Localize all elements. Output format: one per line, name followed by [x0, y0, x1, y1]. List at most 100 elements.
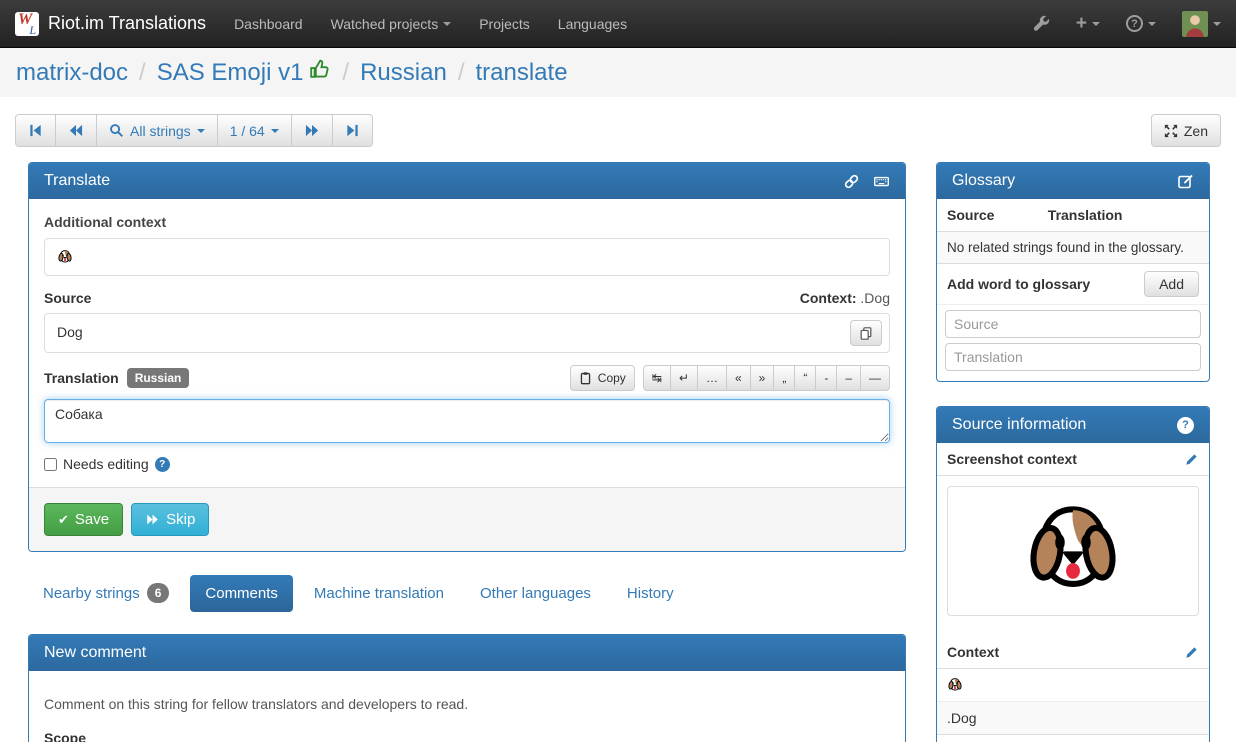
screenshot-image-box[interactable] [947, 486, 1199, 616]
nav-item-label: Languages [558, 16, 627, 32]
context-section-header: Context [937, 636, 1209, 669]
source-information-title: Source information [952, 416, 1086, 434]
breadcrumb-project[interactable]: matrix-doc [16, 59, 128, 87]
new-comment-panel: New comment Comment on this string for f… [28, 634, 906, 742]
edit-glossary-icon[interactable] [1178, 173, 1194, 189]
special-char-raquo-button[interactable]: » [750, 365, 775, 391]
special-char-endash-button[interactable]: – [836, 365, 861, 391]
breadcrumb: matrix-doc / SAS Emoji v1 / Russian / tr… [0, 48, 1236, 97]
source-information-header: Source information ? [937, 407, 1209, 443]
permalink-icon[interactable] [844, 174, 859, 189]
navbar-right: + ? [1033, 11, 1221, 37]
brand[interactable]: WL Riot.im Translations [15, 12, 206, 36]
filter-strings-button[interactable]: All strings [96, 114, 218, 147]
next-string-button[interactable] [291, 114, 333, 147]
user-menu-button[interactable] [1182, 11, 1221, 37]
special-char-tab-button[interactable]: ↹ [643, 365, 671, 391]
nav-item-watched-projects[interactable]: Watched projects [317, 0, 466, 48]
tab-nearby-strings[interactable]: Nearby strings 6 [28, 573, 184, 613]
nav-item-dashboard[interactable]: Dashboard [220, 0, 317, 48]
last-icon [345, 123, 360, 138]
needs-editing-checkbox[interactable] [44, 458, 57, 471]
translation-row: Translation Russian Copy ↹ ↵ … « » [44, 365, 890, 391]
breadcrumb-component[interactable]: SAS Emoji v1 [157, 58, 332, 87]
glossary-panel: Glossary Source Translation No related s… [936, 162, 1210, 382]
translation-textarea[interactable]: Собака [44, 399, 890, 443]
translate-panel: Translate Additional context Source Cont… [28, 162, 906, 552]
admin-tools-button[interactable] [1033, 15, 1050, 32]
breadcrumb-separator: / [139, 59, 146, 87]
glossary-source-input[interactable] [945, 310, 1201, 338]
new-comment-header: New comment [29, 635, 905, 671]
glossary-header: Glossary [937, 163, 1209, 199]
help-icon[interactable]: ? [155, 457, 170, 472]
chevron-down-icon [271, 129, 279, 133]
source-information-panel: Source information ? Screenshot context … [936, 406, 1210, 742]
source-string: Dog [57, 324, 83, 340]
tab-machine-translation[interactable]: Machine translation [299, 575, 459, 612]
nav-item-projects[interactable]: Projects [465, 0, 544, 48]
add-word-button[interactable]: Add [1144, 271, 1199, 297]
content: Translate Additional context Source Cont… [0, 162, 1236, 742]
nav-item-label: Watched projects [331, 16, 439, 32]
context-key-row: .Dog [937, 702, 1209, 735]
tab-history[interactable]: History [612, 575, 689, 612]
special-char-highquote-button[interactable]: “ [794, 365, 816, 391]
dog-emoji-icon [57, 249, 73, 265]
new-comment-title: New comment [44, 644, 146, 662]
copy-button[interactable]: Copy [570, 365, 635, 391]
add-menu-button[interactable]: + [1076, 14, 1100, 33]
new-comment-body: Comment on this string for fellow transl… [29, 671, 905, 742]
copy-source-button[interactable] [850, 320, 882, 346]
special-chars-group: ↹ ↵ … « » „ “ - – — [643, 365, 890, 391]
breadcrumb-page[interactable]: translate [475, 59, 567, 87]
glossary-empty-text: No related strings found in the glossary… [937, 232, 1209, 264]
check-icon: ✔ [58, 512, 69, 528]
brand-title: Riot.im Translations [48, 13, 206, 34]
special-char-hyphen-button[interactable]: - [815, 365, 837, 391]
edit-pencil-icon[interactable] [1185, 645, 1199, 659]
special-char-lowquote-button[interactable]: „ [773, 365, 795, 391]
thumbs-up-icon [309, 58, 331, 80]
previous-string-button[interactable] [55, 114, 97, 147]
tab-other-languages[interactable]: Other languages [465, 575, 606, 612]
screenshot-context-header: Screenshot context [937, 443, 1209, 476]
breadcrumb-language[interactable]: Russian [360, 59, 447, 87]
special-char-laquo-button[interactable]: « [726, 365, 751, 391]
skip-button[interactable]: Skip [131, 503, 209, 536]
breadcrumb-component-label: SAS Emoji v1 [157, 59, 304, 86]
last-string-button[interactable] [332, 114, 373, 147]
context-key-value: .Dog [947, 710, 977, 726]
screenshot-wrapper [937, 476, 1209, 636]
zen-label: Zen [1184, 123, 1208, 139]
keyboard-shortcuts-icon[interactable] [873, 174, 890, 189]
position-button[interactable]: 1 / 64 [217, 114, 292, 147]
special-char-emdash-button[interactable]: — [860, 365, 890, 391]
tab-label: History [627, 585, 674, 602]
skip-label: Skip [166, 511, 195, 528]
flags-section-header: Flags [937, 735, 1209, 742]
sidebar: Glossary Source Translation No related s… [936, 162, 1210, 742]
navbar-links: Dashboard Watched projects Projects Lang… [220, 0, 641, 48]
clipboard-icon [579, 371, 592, 385]
translate-panel-header: Translate [29, 163, 905, 199]
first-string-button[interactable] [15, 114, 56, 147]
glossary-title: Glossary [952, 172, 1015, 190]
language-badge: Russian [127, 368, 190, 388]
special-char-newline-button[interactable]: ↵ [670, 365, 698, 391]
top-navbar: WL Riot.im Translations Dashboard Watche… [0, 0, 1236, 48]
special-char-ellipsis-button[interactable]: … [697, 365, 727, 391]
zen-mode-button[interactable]: Zen [1151, 114, 1221, 147]
filter-label: All strings [130, 123, 191, 139]
detail-tabs: Nearby strings 6 Comments Machine transl… [28, 573, 906, 613]
glossary-column-headers: Source Translation [937, 199, 1209, 232]
save-button[interactable]: ✔ Save [44, 503, 123, 536]
tab-comments[interactable]: Comments [190, 575, 293, 612]
edit-pencil-icon[interactable] [1185, 452, 1199, 466]
help-icon[interactable]: ? [1177, 417, 1194, 434]
translate-title: Translate [44, 172, 110, 190]
help-menu-button[interactable]: ? [1126, 15, 1156, 32]
screenshot-context-label: Screenshot context [947, 451, 1077, 467]
glossary-translation-input[interactable] [945, 343, 1201, 371]
nav-item-languages[interactable]: Languages [544, 0, 641, 48]
